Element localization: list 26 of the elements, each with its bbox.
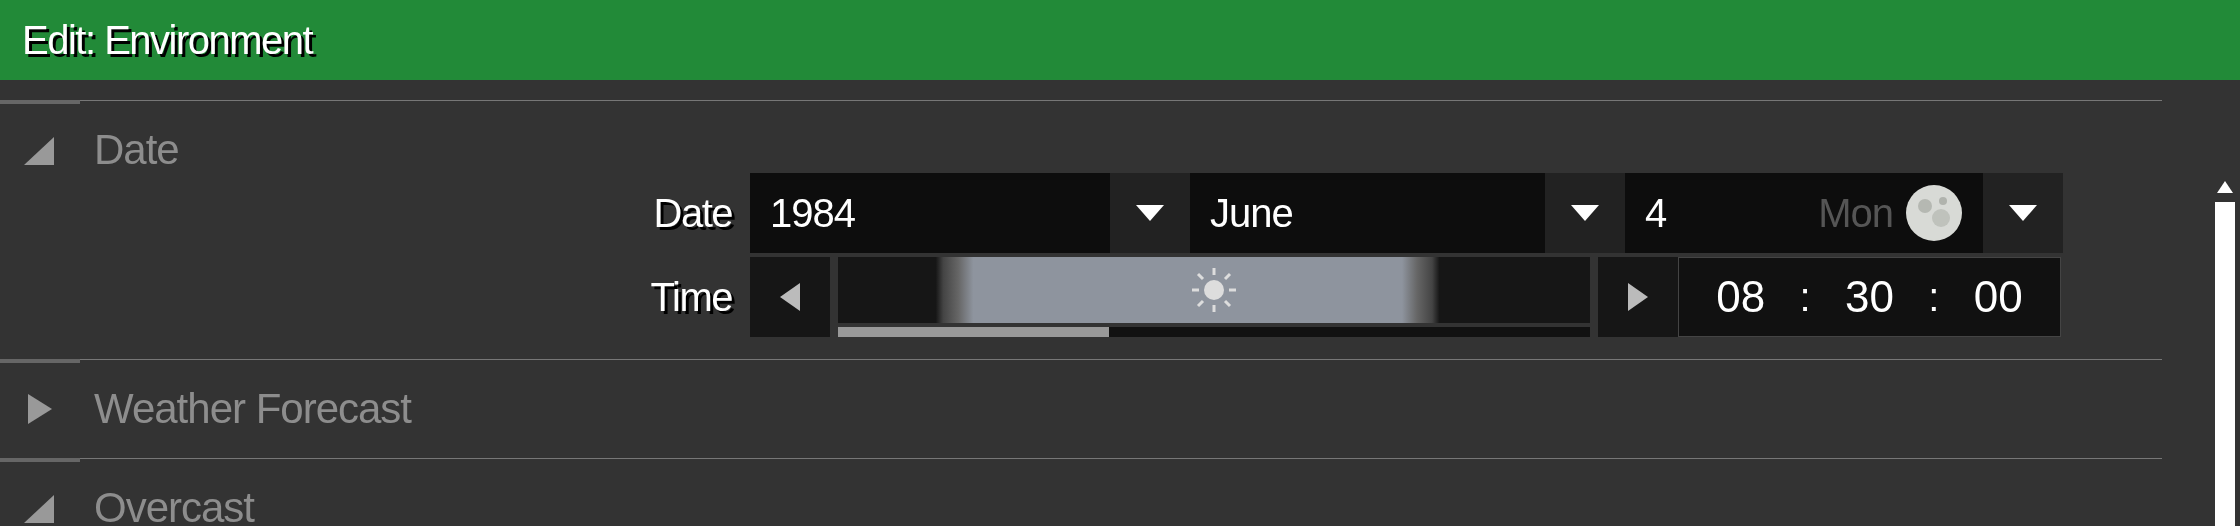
time-field[interactable]: 08 : 30 : 00 [1678,257,2061,337]
section-title[interactable]: Weather Forecast [94,385,412,433]
sun-icon [1190,266,1238,314]
month-field[interactable]: June [1190,173,1545,253]
section-title[interactable]: Overcast [94,484,255,526]
left-arrow-icon [780,283,800,311]
caret-icon [1136,205,1164,221]
caret-icon [2009,205,2037,221]
year-dropdown-button[interactable] [1110,173,1190,253]
previous-button[interactable] [750,257,830,337]
month-dropdown-button[interactable] [1545,173,1625,253]
year-field[interactable]: 1984 [750,173,1110,253]
date-label: Date [652,190,733,236]
day-field[interactable]: 4 Mon [1625,173,1983,253]
section-title[interactable]: Date [94,126,179,174]
day-dropdown-button[interactable] [1983,173,2063,253]
right-arrow-icon [1628,283,1648,311]
daylight-bar[interactable] [838,257,1590,323]
scrollbar-thumb[interactable] [2215,202,2235,526]
caret-icon [1571,205,1599,221]
weekday-text: Mon [1818,190,1893,236]
time-label: Time [649,274,733,320]
moon-icon [1905,184,1963,242]
window-title: Edit: Environment [22,17,313,63]
scroll-up-icon[interactable] [2216,180,2234,194]
next-button[interactable] [1598,257,1678,337]
